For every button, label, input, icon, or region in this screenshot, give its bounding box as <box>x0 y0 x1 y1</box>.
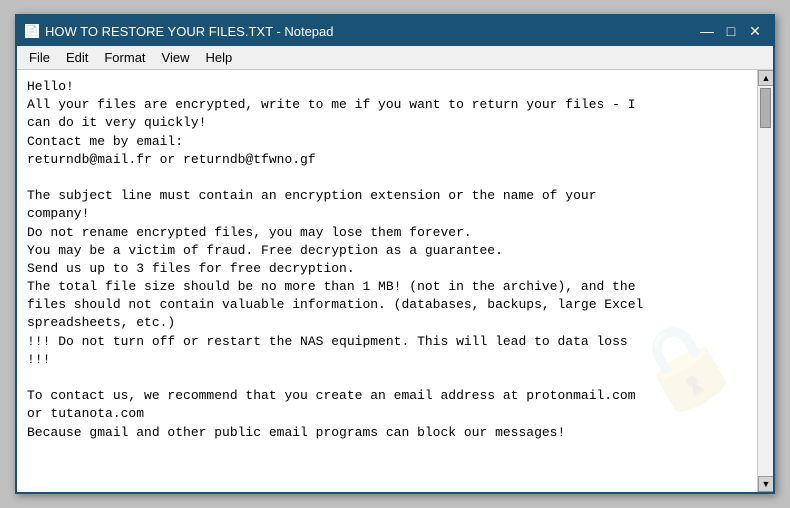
menu-view[interactable]: View <box>154 48 198 67</box>
scroll-track[interactable] <box>758 86 773 476</box>
scroll-up-arrow[interactable]: ▲ <box>758 70 773 86</box>
minimize-button[interactable]: — <box>697 21 717 41</box>
scroll-down-arrow[interactable]: ▼ <box>758 476 773 492</box>
title-bar: 📄 HOW TO RESTORE YOUR FILES.TXT - Notepa… <box>17 16 773 46</box>
scrollbar-vertical[interactable]: ▲ ▼ <box>757 70 773 492</box>
menu-bar: File Edit Format View Help <box>17 46 773 70</box>
scroll-thumb[interactable] <box>760 88 771 128</box>
menu-file[interactable]: File <box>21 48 58 67</box>
title-bar-left: 📄 HOW TO RESTORE YOUR FILES.TXT - Notepa… <box>25 24 334 39</box>
notepad-window: 📄 HOW TO RESTORE YOUR FILES.TXT - Notepa… <box>15 14 775 494</box>
notepad-icon: 📄 <box>25 24 39 38</box>
maximize-button[interactable]: □ <box>721 21 741 41</box>
window-controls: — □ ✕ <box>697 21 765 41</box>
content-area: 🔒 ▲ ▼ <box>17 70 773 492</box>
close-button[interactable]: ✕ <box>745 21 765 41</box>
window-title: HOW TO RESTORE YOUR FILES.TXT - Notepad <box>45 24 334 39</box>
menu-edit[interactable]: Edit <box>58 48 96 67</box>
menu-format[interactable]: Format <box>96 48 153 67</box>
menu-help[interactable]: Help <box>197 48 240 67</box>
text-editor[interactable] <box>17 70 757 492</box>
